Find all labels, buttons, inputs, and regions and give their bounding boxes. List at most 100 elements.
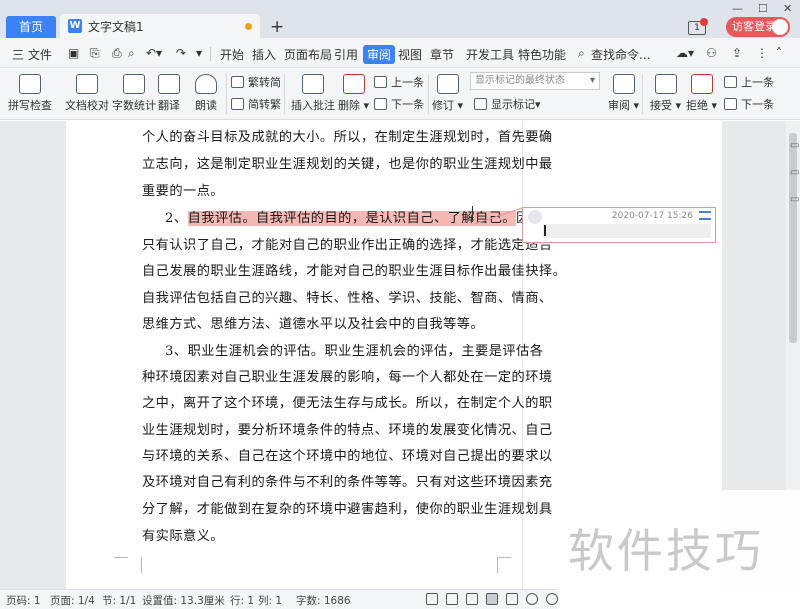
word-count-button[interactable]: 字数统计 [112, 74, 156, 113]
fullscreen-icon[interactable] [426, 593, 438, 605]
doc-line[interactable]: 及环境对自己有利的条件与不利的条件等等。只有对这些环境因素充 [142, 471, 553, 490]
doc-line[interactable]: 有实际意义。 [142, 525, 224, 544]
to-simplified-label: 简转繁 [248, 98, 281, 111]
collapse-ribbon-icon[interactable]: ˄ [776, 46, 782, 60]
side-expand-icon[interactable]: ▭ [790, 140, 799, 151]
tab-document[interactable]: W 文字文稿1 [60, 14, 260, 38]
prev-change-label: 上一条 [741, 76, 774, 89]
redo-icon[interactable]: ↷ [176, 46, 186, 60]
file-menu[interactable]: 三 文件 [12, 46, 52, 63]
display-state-select[interactable]: 显示标记的最终状态 ▾ [470, 72, 600, 90]
undo-icon[interactable]: ↶▾ [146, 46, 162, 60]
more-icon[interactable]: ▾ [196, 46, 202, 60]
outline-view-icon[interactable] [506, 593, 518, 605]
convert-icon [231, 76, 244, 88]
tab-home[interactable]: 首页 [6, 16, 56, 38]
web-view-icon[interactable] [526, 593, 538, 605]
menu-section[interactable]: 章节 [430, 46, 454, 63]
doc-line[interactable]: 业生涯规划时，要分析环境条件的特点、环境的发展变化情况、自己 [142, 419, 553, 438]
menu-start[interactable]: 开始 [220, 46, 244, 63]
accept-button[interactable]: 接受 ▾ [650, 74, 681, 113]
comment-card[interactable]: 2020-07-17 15:26 [522, 207, 716, 243]
crop-mark [497, 557, 511, 571]
status-page-code[interactable]: 页码: 1 [6, 593, 41, 608]
next-change-button[interactable]: 下一条 [724, 96, 774, 112]
to-simplified-button[interactable]: 简转繁 [231, 96, 281, 112]
doc-line[interactable]: 自我评估包括自己的兴趣、特长、性格、学识、技能、智商、情商、 [142, 287, 553, 306]
guest-login-label: 访客登录 [732, 20, 776, 33]
crop-mark [128, 557, 142, 573]
guest-login-button[interactable]: 访客登录 [726, 17, 790, 37]
side-select-icon[interactable]: ▭ [790, 167, 799, 178]
insert-comment-icon [302, 74, 324, 94]
show-marks-button[interactable]: 显示标记 ▾ [474, 96, 541, 112]
doc-line[interactable]: 只有认识了自己，才能对自己的职业作出正确的选择，才能选定适合 [142, 234, 553, 253]
side-edit-icon[interactable]: ▭ [790, 194, 799, 205]
doc-line[interactable]: 3、职业生涯机会的评估。职业生涯机会的评估，主要是评估各 [165, 340, 543, 359]
menu-review[interactable]: 审阅 [363, 45, 396, 64]
doc-line[interactable]: 与环境的关系、自己在这个环境中的地位、环境对自己提出的要求以 [142, 445, 553, 464]
menu-references[interactable]: 引用 [334, 46, 358, 63]
doc-proof-button[interactable]: 文档校对 [65, 74, 109, 113]
translate-icon [158, 74, 180, 94]
maximize-icon[interactable]: ☐ [758, 2, 768, 15]
comment-date: 2020-07-17 15:26 [611, 211, 693, 221]
doc-line[interactable]: 立志向，这是制定职业生涯规划的关键，也是你的职业生涯规划中最 [142, 153, 553, 172]
eye-protect-icon[interactable] [546, 593, 558, 605]
comment-input[interactable] [543, 224, 711, 238]
export-icon[interactable]: ⎘ [90, 46, 100, 61]
ribbon-separator [226, 74, 227, 114]
new-tab-button[interactable]: + [270, 17, 284, 37]
doc-line[interactable]: 之中，离开了这个环境，便无法生存与成长。所以，在制定个人的职 [142, 392, 553, 411]
to-traditional-button[interactable]: 繁转简 [231, 74, 281, 90]
menu-special[interactable]: 特色功能 [518, 46, 566, 63]
revise-button[interactable]: 修订 ▾ [432, 74, 463, 113]
preview-icon[interactable]: ⌕ [128, 46, 135, 61]
menu-developer[interactable]: 开发工具 [466, 46, 514, 63]
upload-icon[interactable]: ⇪ [732, 46, 742, 60]
reject-button[interactable]: 拒绝 ▾ [686, 74, 717, 113]
page-view-icon[interactable] [486, 593, 498, 605]
commented-text[interactable]: 自我评估。自我评估的目的，是认识自己、了解自己。 [187, 211, 517, 226]
delete-comment-button[interactable]: 删除 ▾ [338, 74, 369, 113]
translate-button[interactable]: 翻译 [158, 74, 180, 113]
close-icon[interactable]: ✕ [783, 2, 792, 15]
prev-comment-button[interactable]: 上一条 [374, 74, 424, 90]
save-icon[interactable]: ▣ [68, 46, 79, 60]
doc-line[interactable]: 重要的一点。 [142, 180, 224, 199]
status-word-count[interactable]: 字数: 1686 [296, 593, 351, 608]
doc-line[interactable]: 个人的奋斗目标及成就的大小。所以，在制定生涯规划时，首先要确 [142, 126, 553, 145]
menu-separator [210, 47, 211, 61]
doc-line[interactable]: 思维方式、思维方法、道德水平以及社会中的自我等等。 [142, 313, 484, 332]
print-icon[interactable]: ⎙ [112, 46, 122, 61]
read-mode-icon[interactable] [446, 593, 458, 605]
to-traditional-label: 繁转简 [248, 76, 281, 89]
notification-dot-icon [700, 18, 708, 26]
command-search[interactable]: 查找命令... [591, 46, 650, 63]
next-comment-button[interactable]: 下一条 [374, 96, 424, 112]
prev-change-button[interactable]: 上一条 [724, 74, 774, 90]
chevron-down-icon: ▾ [360, 99, 370, 112]
review-pane-button[interactable]: 审阅 ▾ [608, 74, 639, 113]
menu-bar: 三 文件 ▣ ⎘ ⎙ ⌕ ↶▾ ↷ ▾ 开始 插入 页面布局 引用 审阅 视图 … [0, 38, 800, 68]
more-options-icon[interactable]: ⋮ [756, 46, 768, 60]
menu-insert[interactable]: 插入 [252, 46, 276, 63]
status-pages[interactable]: 页面: 1/4 [50, 593, 95, 608]
doc-line[interactable]: 种环境因素对自己职业生涯发展的影响，每一个人都处在一定的环境 [142, 366, 553, 385]
search-icon[interactable]: ⌕ [578, 46, 585, 61]
next-comment-icon [374, 98, 387, 110]
share-icon[interactable]: ⚇ [706, 46, 717, 60]
menu-page-layout[interactable]: 页面布局 [284, 46, 332, 63]
chevron-down-icon: ▾ [708, 99, 718, 112]
doc-line[interactable]: 分了解，才能做到在复杂的环境中避害趋利，使你的职业生涯规划具 [142, 498, 553, 517]
read-aloud-button[interactable]: 朗读 [195, 74, 217, 113]
spell-check-button[interactable]: 拼写检查 [8, 74, 52, 113]
insert-comment-button[interactable]: 插入批注 [291, 74, 335, 113]
menu-view[interactable]: 视图 [398, 46, 422, 63]
write-mode-icon[interactable] [466, 593, 478, 605]
doc-line[interactable]: 自己发展的职业生涯路线，才能对自己的职业生涯目标作出最佳抉择。 [142, 260, 566, 279]
minimize-icon[interactable]: — [732, 2, 743, 15]
comment-menu-icon[interactable] [699, 211, 711, 220]
chevron-down-icon: ▾ [535, 97, 541, 111]
cloud-icon[interactable]: ☁▾ [676, 46, 694, 60]
